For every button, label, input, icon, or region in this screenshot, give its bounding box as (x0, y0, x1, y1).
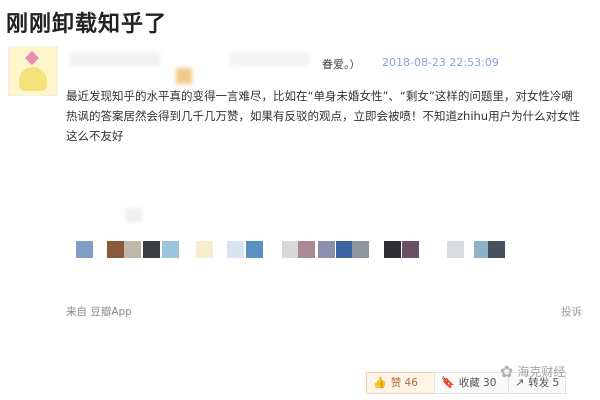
post-content: 最近发现知乎的水平真的变得一言难尽，比如在“单身未婚女性”、“剩女”这样的问题里… (66, 89, 581, 143)
redacted-swatch (384, 241, 401, 258)
redacted-swatch (282, 241, 299, 258)
username-redacted-2 (230, 52, 310, 66)
like-label: 赞 46 (390, 377, 418, 389)
report-link[interactable]: 投诉 (561, 304, 582, 319)
avatar-figure (19, 67, 47, 91)
redacted-swatch (447, 241, 464, 258)
redacted-swatch (402, 241, 419, 258)
redacted-swatch (143, 241, 160, 258)
post-timestamp: 2018-08-23 22:53:09 (382, 56, 499, 69)
username-redacted-mark (176, 68, 192, 84)
avatar[interactable] (8, 46, 58, 96)
watermark: ✿ 海克财经 (500, 362, 565, 381)
redacted-swatch (336, 241, 353, 258)
redacted-swatch (162, 241, 179, 258)
redacted-line (126, 208, 142, 222)
redacted-swatch (318, 241, 335, 258)
post-source: 来自 豆瓣App (66, 306, 132, 318)
bookmark-icon: 🔖 (441, 376, 455, 389)
collect-label: 收藏 30 (458, 377, 497, 389)
heart-icon (24, 50, 40, 66)
redacted-swatch (76, 241, 93, 258)
watermark-text: 海克财经 (517, 365, 566, 379)
like-button[interactable]: 👍 赞 46 (366, 372, 438, 394)
username-redacted (70, 52, 160, 66)
thumb-up-icon: 👍 (373, 376, 387, 389)
wechat-logo-icon: ✿ (500, 362, 514, 381)
redacted-swatch (352, 241, 369, 258)
redacted-swatch (227, 241, 244, 258)
redacted-swatch (124, 241, 141, 258)
page-title: 刚刚卸载知乎了 (6, 12, 168, 37)
redacted-swatch (488, 241, 505, 258)
redacted-swatch (246, 241, 263, 258)
redacted-swatch (107, 241, 124, 258)
redacted-swatch (298, 241, 315, 258)
username-suffix: 眷爱。） (322, 58, 361, 71)
redacted-swatch (196, 241, 213, 258)
